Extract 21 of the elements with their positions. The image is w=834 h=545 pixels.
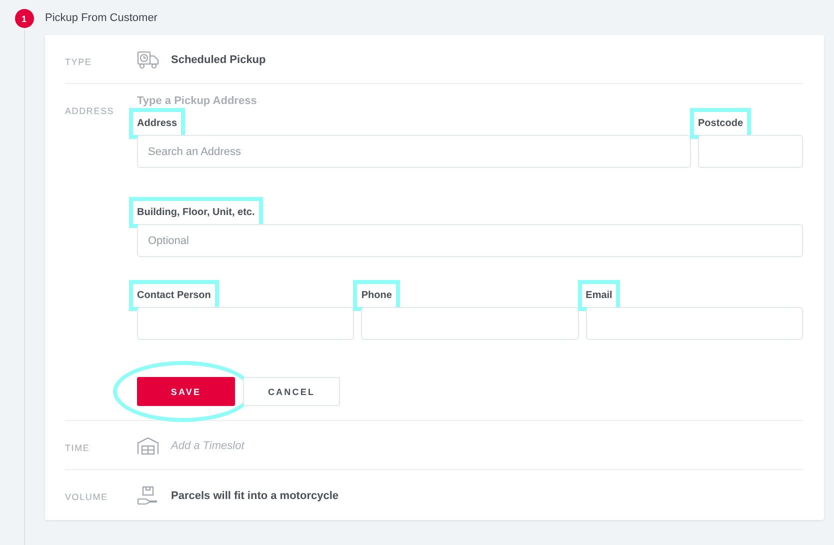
text-field[interactable] (137, 307, 354, 340)
step-number: 1 (14, 9, 34, 28)
save-button[interactable]: SAVE (137, 377, 235, 406)
text-field[interactable] (586, 307, 803, 340)
pickup-type: Scheduled Pickup (171, 54, 266, 66)
cancel-button[interactable]: CANCEL (243, 377, 340, 406)
building-icon (137, 437, 159, 455)
row-label: TIME (65, 442, 91, 455)
row-label: VOLUME (65, 491, 109, 504)
text-field[interactable] (361, 307, 579, 340)
truck-icon (137, 51, 159, 69)
hand-box-icon (137, 486, 159, 506)
row-label: ADDRESS (65, 105, 116, 118)
text-field[interactable]: Search an Address (137, 135, 691, 168)
postcode-field[interactable] (698, 135, 803, 168)
section-heading: Type a Pickup Address (137, 95, 258, 107)
row-label: TYPE (65, 56, 93, 69)
text-field[interactable]: Optional (137, 224, 803, 257)
step-title: Pickup From Customer (45, 11, 158, 26)
field-label: Building, Floor, Unit, etc. (137, 205, 255, 220)
volume-text: Parcels will fit into a motorcycle (171, 490, 338, 502)
